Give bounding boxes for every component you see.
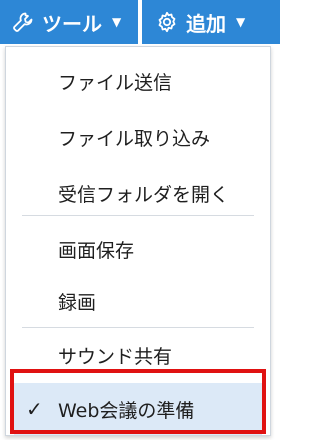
- add-menu-button[interactable]: 追加 ▼: [142, 0, 280, 44]
- menu-item-label: ファイル送信: [58, 71, 173, 94]
- menu-item-label: ファイル取り込み: [58, 127, 211, 150]
- menu-item-save-screen[interactable]: 画面保存: [6, 223, 270, 275]
- menu-item-send-file[interactable]: ファイル送信: [6, 55, 270, 107]
- menu-item-sound-share[interactable]: サウンド共有: [6, 329, 270, 381]
- toolbar: ツール ▼ 追加 ▼: [0, 0, 280, 48]
- add-menu-label: 追加: [186, 11, 226, 36]
- gear-icon: [154, 9, 180, 35]
- tools-menu-button[interactable]: ツール ▼: [0, 0, 140, 44]
- menu-item-label: Web会議の準備: [58, 399, 195, 422]
- menu-item-import-file[interactable]: ファイル取り込み: [6, 111, 270, 163]
- menu-item-record[interactable]: 録画: [6, 275, 270, 327]
- tools-dropdown-menu: ファイル送信 ファイル取り込み 受信フォルダを開く 画面保存 録画 サウンド共有…: [5, 46, 271, 436]
- chevron-down-icon: ▼: [236, 15, 246, 29]
- tools-menu-label: ツール: [42, 11, 102, 36]
- checkmark-icon: ✓: [26, 397, 43, 421]
- menu-divider: [22, 215, 254, 216]
- menu-item-open-inbox-folder[interactable]: 受信フォルダを開く: [6, 167, 270, 219]
- chevron-down-icon: ▼: [112, 15, 122, 29]
- menu-divider: [22, 327, 254, 328]
- menu-item-web-meeting-prep[interactable]: ✓ Web会議の準備: [14, 383, 262, 435]
- wrench-icon: [10, 9, 36, 35]
- menu-item-label: 画面保存: [58, 239, 135, 262]
- menu-item-label: サウンド共有: [58, 345, 173, 368]
- menu-item-label: 録画: [58, 291, 97, 314]
- menu-item-label: 受信フォルダを開く: [58, 183, 230, 206]
